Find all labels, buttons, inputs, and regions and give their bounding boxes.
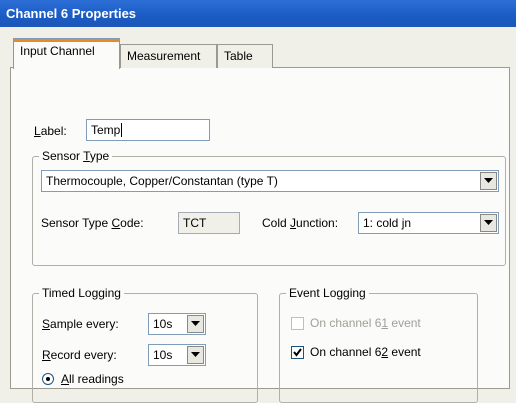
sensor-type-group: Sensor Type Thermocouple, Copper/Constan… xyxy=(32,149,506,266)
chevron-down-icon xyxy=(484,178,493,183)
label-field-label: Label: xyxy=(34,124,67,138)
cold-junction-dropdown-button[interactable] xyxy=(480,214,497,232)
sensor-type-group-title: Sensor Type xyxy=(39,149,113,163)
tab-input-channel[interactable]: Input Channel xyxy=(13,38,120,69)
tab-measurement[interactable]: Measurement xyxy=(120,44,217,68)
cold-junction-select[interactable]: 1: cold jn xyxy=(358,212,499,234)
sample-every-select[interactable]: 10s xyxy=(148,313,206,335)
label-input-value: Temp xyxy=(91,123,121,137)
record-every-label: Record every: xyxy=(42,348,117,362)
cold-junction-label: Cold Junction: xyxy=(262,216,339,230)
sensor-type-code-value: TCT xyxy=(183,216,207,230)
event-logging-title: Event Logging xyxy=(286,286,369,300)
sensor-type-dropdown-button[interactable] xyxy=(480,172,497,190)
event-logging-group: Event Logging On channel 61 event On cha… xyxy=(279,286,478,403)
channel-61-event-checkbox[interactable] xyxy=(291,317,304,330)
window-title: Channel 6 Properties xyxy=(6,6,137,21)
all-readings-label[interactable]: All readings xyxy=(61,372,124,386)
tab-input-channel-label: Input Channel xyxy=(20,44,95,58)
sensor-type-code-label: Sensor Type Code: xyxy=(41,216,144,230)
tab-table-label: Table xyxy=(224,49,253,63)
chevron-down-icon xyxy=(191,352,200,357)
chevron-down-icon xyxy=(484,220,493,225)
title-bar[interactable]: Channel 6 Properties xyxy=(0,0,516,27)
sensor-type-code-field: TCT xyxy=(178,212,240,234)
tab-panel-input-channel: Label: Temp Sensor Type Thermocouple, Co… xyxy=(10,67,510,403)
channel-61-event-label: On channel 61 event xyxy=(310,316,421,330)
checkmark-icon xyxy=(293,348,302,357)
tab-table[interactable]: Table xyxy=(217,44,273,68)
sensor-type-value: Thermocouple, Copper/Constantan (type T) xyxy=(46,174,278,188)
record-every-select[interactable]: 10s xyxy=(148,344,206,366)
chevron-down-icon xyxy=(191,321,200,326)
sample-every-label: Sample every: xyxy=(42,317,119,331)
all-readings-radio[interactable] xyxy=(42,373,54,385)
record-every-dropdown-button[interactable] xyxy=(187,346,204,364)
active-tab-indicator xyxy=(14,39,119,42)
channel-62-event-checkbox[interactable] xyxy=(291,346,304,359)
cold-junction-value: 1: cold jn xyxy=(363,216,412,230)
channel-62-event-label: On channel 62 event xyxy=(310,345,421,359)
timed-logging-title: Timed Logging xyxy=(39,286,124,300)
label-input[interactable]: Temp xyxy=(86,119,210,141)
text-caret xyxy=(121,123,122,137)
sample-every-dropdown-button[interactable] xyxy=(187,315,204,333)
sample-every-value: 10s xyxy=(153,317,173,331)
tab-measurement-label: Measurement xyxy=(127,49,201,63)
timed-logging-group: Timed Logging Sample every: 10s Record e… xyxy=(32,286,258,403)
record-every-value: 10s xyxy=(153,348,173,362)
sensor-type-select[interactable]: Thermocouple, Copper/Constantan (type T) xyxy=(41,170,499,192)
